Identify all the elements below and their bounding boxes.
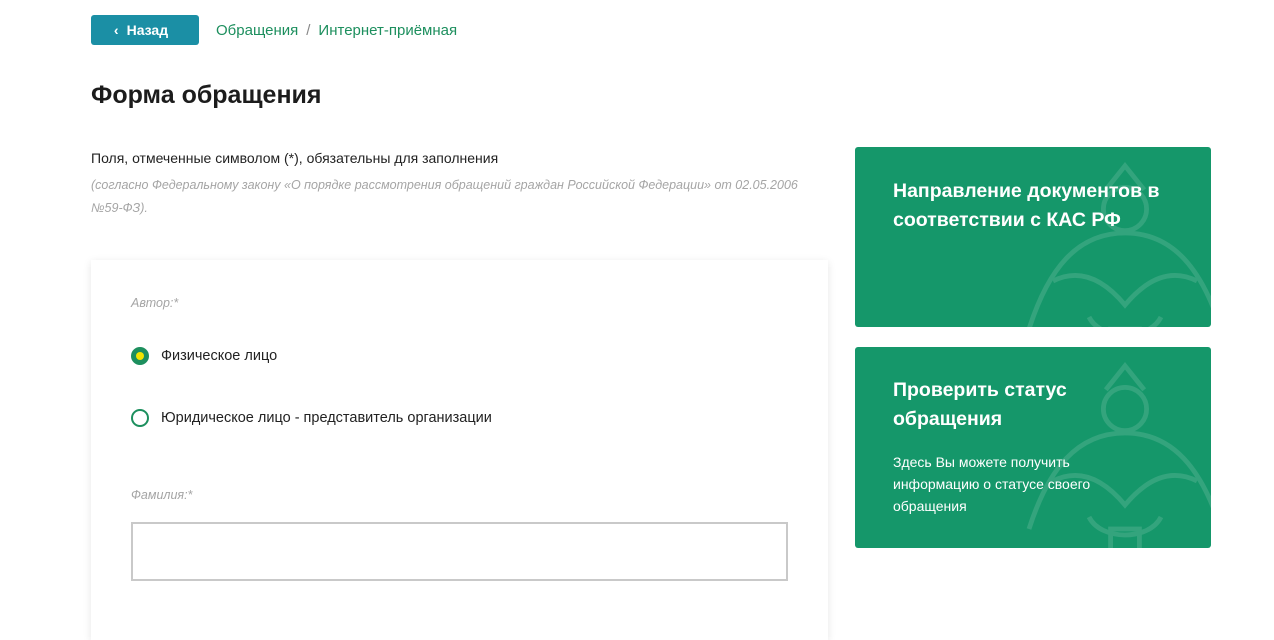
author-option-legal-entity[interactable]: Юридическое лицо - представитель организ…: [131, 409, 492, 427]
author-option-legal-entity-label: Юридическое лицо - представитель организ…: [161, 410, 492, 426]
chevron-left-icon: ‹: [113, 22, 119, 38]
emblem-eagle-icon: [1027, 161, 1211, 327]
breadcrumb: Обращения / Интернет-приёмная: [216, 22, 457, 39]
radio-button-unchecked[interactable]: [131, 409, 149, 427]
back-button-label: Назад: [126, 22, 169, 38]
breadcrumb-item-appeals[interactable]: Обращения: [216, 22, 298, 39]
back-button[interactable]: ‹ Назад: [91, 15, 199, 45]
check-status-card[interactable]: Проверить статус обращения Здесь Вы може…: [855, 347, 1211, 548]
check-status-card-description: Здесь Вы можете получить информацию о ст…: [893, 454, 1091, 514]
page-title: Форма обращения: [91, 81, 322, 109]
author-option-individual-label: Физическое лицо: [161, 348, 278, 364]
breadcrumb-item-internet-reception[interactable]: Интернет-приёмная: [318, 22, 457, 39]
appeal-form: Автор:* Физическое лицо Юридическое лицо…: [91, 260, 828, 640]
required-fields-note: Поля, отмеченные символом (*), обязатель…: [91, 150, 499, 166]
check-status-card-title: Проверить статус обращения: [893, 379, 1067, 430]
law-reference-note: (согласно Федеральному закону «О порядке…: [91, 178, 798, 215]
kas-documents-card-title: Направление документов в соответствии с …: [893, 180, 1160, 231]
author-option-individual[interactable]: Физическое лицо: [131, 347, 277, 365]
kas-documents-card[interactable]: Направление документов в соответствии с …: [855, 147, 1211, 327]
author-label: Автор:*: [131, 296, 179, 310]
top-navigation: ‹ Назад Обращения / Интернет-приёмная: [91, 15, 457, 45]
breadcrumb-separator: /: [306, 21, 311, 39]
radio-button-checked[interactable]: [131, 347, 149, 365]
surname-label: Фамилия:*: [131, 488, 193, 502]
radio-dot: [136, 352, 144, 360]
surname-input[interactable]: [131, 522, 788, 581]
